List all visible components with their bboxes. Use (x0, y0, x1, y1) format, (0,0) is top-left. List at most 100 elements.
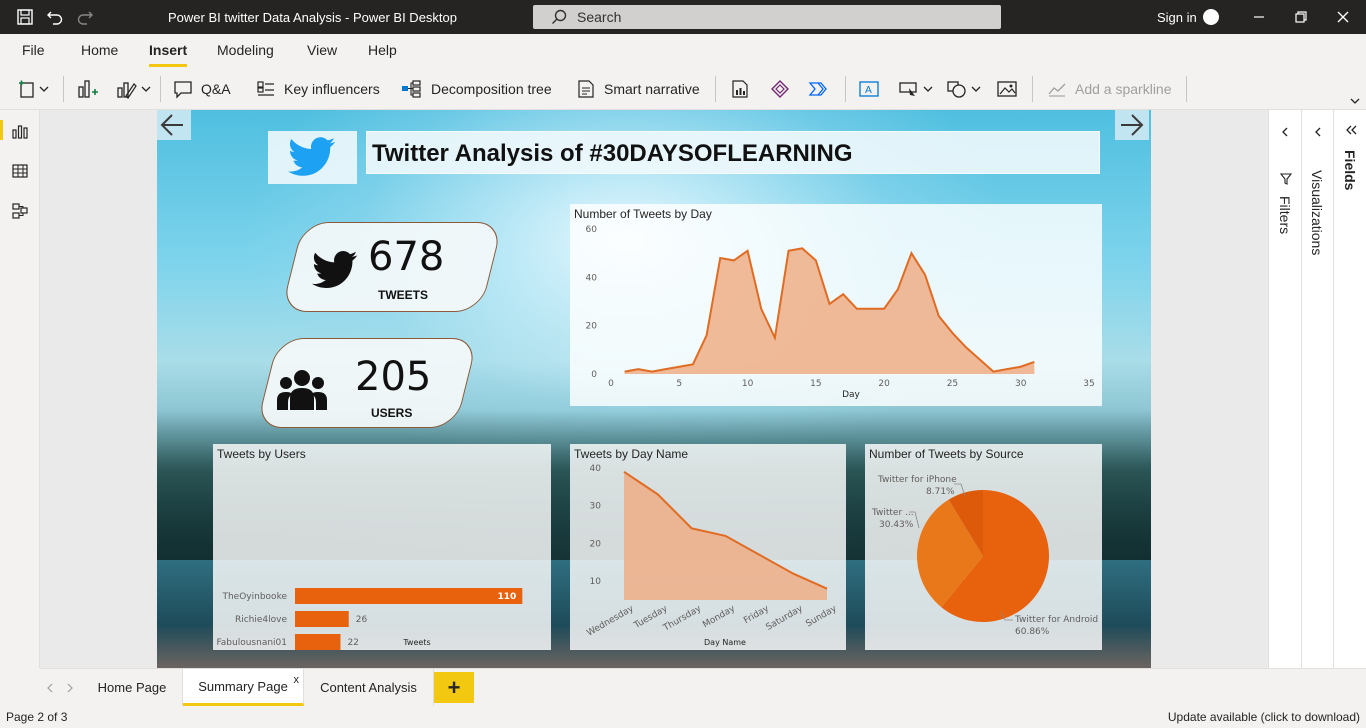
data-view-icon[interactable] (11, 162, 29, 180)
tab-label: Summary Page (198, 678, 288, 694)
update-available-link[interactable]: Update available (click to download) (1168, 710, 1360, 724)
new-visual-button[interactable] (76, 78, 98, 100)
x-tick-label: Monday (701, 604, 737, 631)
paginated-report-button[interactable] (730, 78, 750, 100)
kpi-card-users[interactable]: 205 USERS (255, 338, 479, 428)
axis-label-x: Tweets (403, 638, 431, 647)
bar (295, 588, 523, 604)
pie-category-label: Twitter for iPhone (877, 475, 957, 485)
shapes-button[interactable] (946, 78, 986, 100)
data-label: 110 (498, 592, 517, 602)
next-page-button[interactable] (1115, 110, 1149, 140)
chart-tweets-by-day[interactable]: Number of Tweets by Day 0 20 40 60 0 5 10 15 20 2… (570, 204, 1102, 406)
decomposition-tree-icon (402, 80, 421, 98)
restore-icon[interactable] (1292, 8, 1310, 26)
arrow-right-icon (1121, 114, 1144, 136)
tab-scroll-left-icon[interactable] (46, 683, 54, 693)
chevron-left-icon[interactable] (1280, 126, 1290, 138)
kpi-users-value: 205 (355, 354, 432, 400)
visualizations-pane[interactable]: Visualizations (1301, 110, 1333, 668)
chart-tweets-by-day-name[interactable]: Tweets by Day Name 10 20 30 40 Wednesday Tues… (570, 444, 846, 650)
report-title: Twitter Analysis of #30DAYSOFLEARNING (372, 140, 853, 167)
decomposition-tree-button[interactable]: Decomposition tree (401, 78, 552, 100)
text-box-button[interactable]: A (858, 78, 880, 100)
close-tab-icon[interactable]: x (294, 674, 300, 686)
tab-summary-page[interactable]: Summary Page x (183, 669, 304, 706)
close-icon[interactable] (1334, 8, 1352, 26)
add-page-button[interactable]: + (434, 672, 474, 703)
data-label: 26 (356, 615, 368, 625)
ribbon-collapse-icon[interactable] (1349, 96, 1361, 106)
menu-file[interactable]: File (22, 42, 45, 58)
report-view-icon[interactable] (11, 122, 29, 140)
svg-text:A: A (865, 85, 872, 96)
search-placeholder: Search (577, 9, 622, 25)
prev-page-button[interactable] (157, 110, 191, 140)
new-page-button[interactable] (18, 78, 50, 100)
area-chart-by-day: 0 20 40 60 0 5 10 15 20 25 30 35 (586, 225, 1095, 389)
y-tick-label: 40 (586, 273, 598, 283)
text-box-icon: A (859, 81, 879, 97)
smart-narrative-button[interactable]: Smart narrative (576, 78, 700, 100)
ribbon-toolbar: Q&A Key influencers Decomposition tree S… (0, 68, 1366, 110)
power-automate-button[interactable] (808, 78, 830, 100)
save-icon[interactable] (16, 8, 34, 26)
chart-tweets-by-source[interactable]: Number of Tweets by Source Twitter for A… (865, 444, 1102, 650)
undo-icon[interactable] (46, 8, 64, 26)
menu-insert[interactable]: Insert (149, 42, 188, 67)
avatar[interactable] (1203, 9, 1219, 25)
tab-content-analysis[interactable]: Content Analysis (304, 669, 434, 706)
menu-modeling[interactable]: Modeling (217, 42, 274, 58)
tab-scroll-right-icon[interactable] (66, 683, 74, 693)
x-tick-label: Saturday (765, 604, 806, 633)
twitter-logo-box (268, 131, 357, 184)
more-visuals-button[interactable] (116, 78, 152, 100)
fields-pane[interactable]: Fields (1333, 110, 1366, 668)
model-view-icon[interactable] (11, 202, 29, 220)
filters-pane[interactable]: Filters (1268, 110, 1301, 668)
image-icon (997, 81, 1017, 97)
key-influencers-button[interactable]: Key influencers (256, 78, 380, 100)
y-tick-label: 20 (586, 322, 598, 332)
buttons-icon (899, 82, 933, 96)
smart-narrative-label: Smart narrative (604, 81, 700, 97)
kpi-card-tweets[interactable]: 678 TWEETS (280, 222, 504, 312)
x-tick-label: 25 (947, 379, 958, 389)
new-page-icon (19, 80, 49, 98)
page-indicator: Page 2 of 3 (6, 710, 68, 724)
bar-chart-by-users: TheOyinbooke 110Richie4love 26Fabulousnani… (216, 588, 523, 650)
sign-in-link[interactable]: Sign in (1157, 10, 1197, 25)
power-apps-icon (771, 80, 789, 98)
tab-home-page[interactable]: Home Page (82, 669, 183, 706)
x-tick-label: 15 (810, 379, 821, 389)
menu-home[interactable]: Home (81, 42, 118, 58)
power-automate-icon (808, 82, 827, 96)
report-page: Twitter Analysis of #30DAYSOFLEARNING 67… (157, 110, 1151, 668)
image-button[interactable] (996, 78, 1018, 100)
area-fill (624, 248, 1035, 374)
view-switcher (0, 110, 40, 668)
double-chevron-left-icon[interactable] (1344, 124, 1358, 136)
chart-tweets-by-users[interactable]: Tweets by Users TheOyinbooke 110 Richie4lo… (213, 444, 551, 650)
search-box[interactable]: Search (533, 5, 1001, 29)
pie-category-label: Twitter ... (871, 508, 914, 518)
title-bar: Power BI twitter Data Analysis - Power B… (0, 0, 1366, 34)
users-icon (277, 370, 327, 410)
y-tick-label: 10 (590, 577, 602, 587)
buttons-button[interactable] (898, 78, 936, 100)
redo-icon[interactable] (76, 8, 94, 26)
add-sparkline-button[interactable]: Add a sparkline (1047, 78, 1172, 100)
menu-help[interactable]: Help (368, 42, 397, 58)
page-tabs-bar: Home Page Summary Page x Content Analysis… (40, 668, 1366, 706)
y-tick-label: 0 (591, 370, 597, 380)
chevron-left-icon[interactable] (1313, 126, 1323, 138)
axis-label-x: Day Name (704, 638, 746, 647)
qa-button[interactable]: Q&A (173, 78, 231, 100)
menu-view[interactable]: View (307, 42, 337, 58)
smart-narrative-icon (578, 80, 594, 98)
power-apps-button[interactable] (770, 78, 790, 100)
x-tick-label: Wednesday (585, 604, 636, 639)
more-visuals-icon (117, 82, 151, 99)
minimize-icon[interactable] (1250, 8, 1268, 26)
y-tick-label: 30 (590, 502, 602, 512)
